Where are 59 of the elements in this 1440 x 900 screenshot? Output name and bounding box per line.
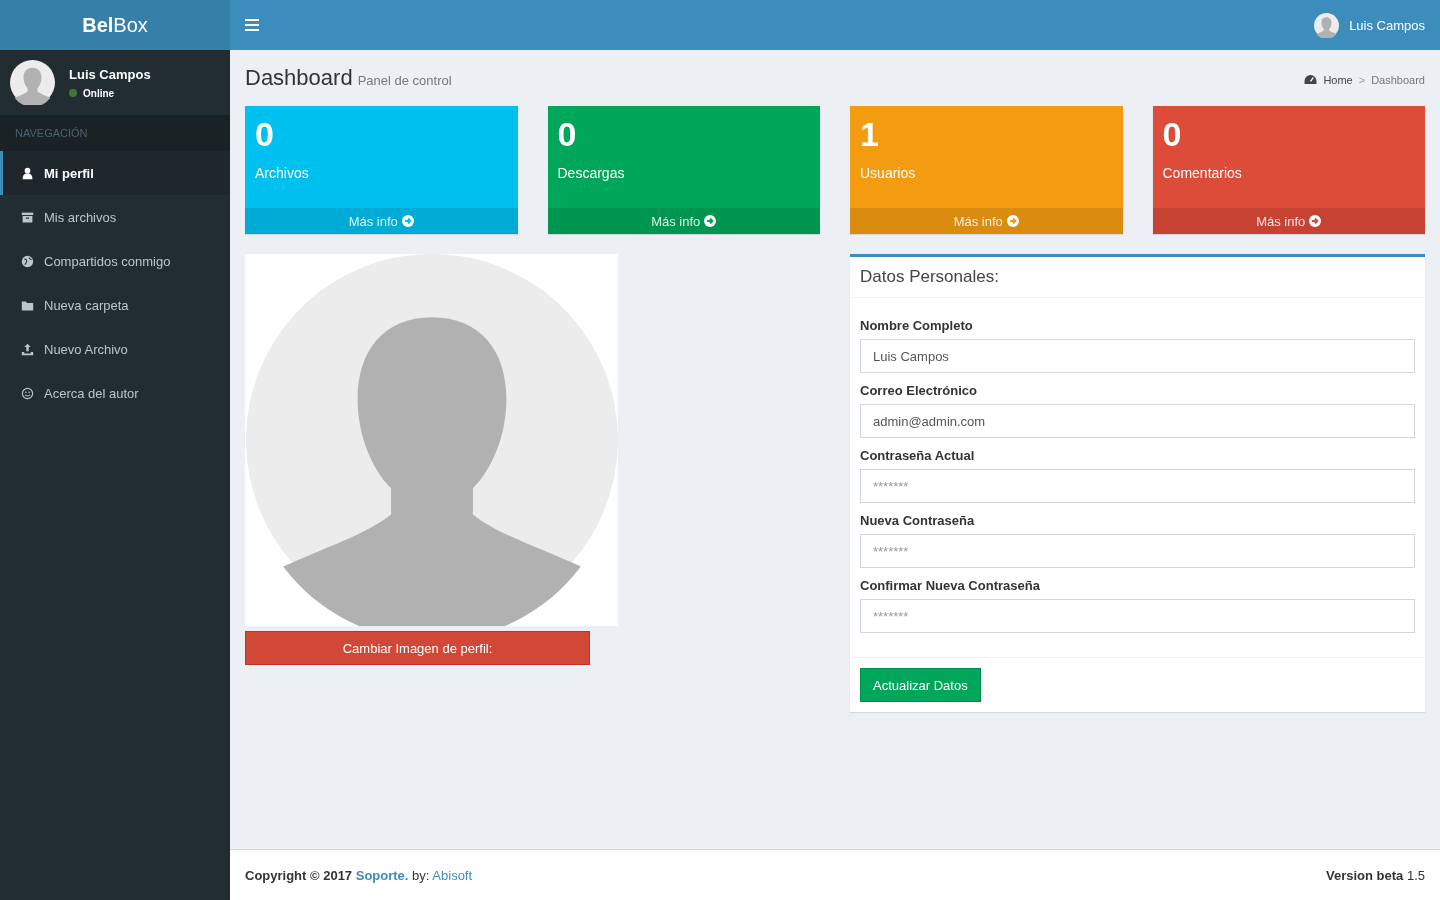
breadcrumb-separator: > (1358, 73, 1366, 86)
update-button[interactable]: Actualizar Datos (860, 668, 981, 702)
arrow-circle-icon (401, 215, 414, 227)
breadcrumb-item[interactable]: Home (1323, 73, 1353, 86)
field-label: Correo Electrónico (860, 383, 979, 398)
field-label: Nueva Contraseña (860, 513, 976, 528)
page-title: Dashboard (245, 65, 353, 91)
upload-icon (21, 342, 34, 356)
field-label: Confirmar Nueva Contraseña (860, 578, 1041, 593)
stat-label: Archivos (255, 165, 309, 182)
user-name: Luis Campos (69, 66, 151, 82)
archive-icon (21, 210, 34, 224)
stat-count: 1 (860, 116, 879, 154)
version-text: Version beta 1.5 (1326, 867, 1425, 883)
folder-icon (21, 298, 34, 312)
avatar-icon (10, 60, 55, 105)
input-field[interactable]: ******* (860, 469, 1415, 503)
menu-icon[interactable] (245, 19, 259, 31)
input-field[interactable]: Luis Campos (860, 339, 1415, 373)
smile-icon (21, 386, 34, 400)
stat-count: 0 (557, 116, 577, 154)
sidebar-item[interactable]: Compartidos conmigo (0, 239, 230, 283)
input-field[interactable]: ******* (860, 534, 1415, 568)
sidebar-item[interactable]: Nuevo Archivo (0, 327, 230, 371)
input-field[interactable]: ******* (860, 599, 1415, 633)
sidebar-item[interactable]: Mis archivos (0, 195, 230, 239)
stat-label: Usuarios (860, 165, 916, 182)
profile-avatar-icon (245, 254, 618, 626)
app-logo[interactable]: BelBox (0, 0, 230, 50)
stat-count: 0 (255, 116, 274, 154)
nav-header: NAVEGACIÓN (0, 115, 230, 151)
status-text: Online (83, 87, 115, 99)
card-title: Datos Personales: (850, 257, 1425, 298)
more-info-link[interactable]: Más info (547, 208, 820, 234)
support-link[interactable]: Soporte. (355, 867, 409, 883)
stat-label: Descargas (557, 165, 625, 182)
sidebar-item[interactable]: Mi perfil (0, 151, 230, 195)
more-info-link[interactable]: Más info (850, 208, 1123, 234)
more-info-link[interactable]: Más info (245, 208, 518, 234)
field-label: Contraseña Actual (860, 448, 976, 463)
breadcrumb-item: Dashboard (1371, 73, 1425, 86)
more-info-link[interactable]: Más info (1152, 208, 1425, 234)
stat-label: Comentarios (1162, 165, 1242, 182)
arrow-circle-icon (1309, 215, 1322, 227)
field-label: Nombre Completo (860, 318, 974, 333)
input-field[interactable]: admin@admin.com (860, 404, 1415, 438)
dashboard-icon (1304, 74, 1318, 85)
user-icon (21, 166, 34, 180)
sidebar-item[interactable]: Nueva carpeta (0, 283, 230, 327)
copyright-text: Copyright © 2017 Soporte. by: Abisoft (245, 867, 473, 883)
page-subtitle: Panel de control (357, 73, 452, 88)
author-link[interactable]: Abisoft (432, 867, 473, 883)
stat-count: 0 (1162, 116, 1182, 154)
arrow-circle-icon (1006, 215, 1019, 227)
user-menu[interactable]: Luis Campos (1349, 17, 1425, 33)
sidebar-item[interactable]: Acerca del autor (0, 371, 230, 415)
avatar-icon (1314, 12, 1340, 38)
change-image-button[interactable]: Cambiar Imagen de perfil: (245, 631, 590, 665)
arrow-circle-icon (704, 215, 717, 227)
